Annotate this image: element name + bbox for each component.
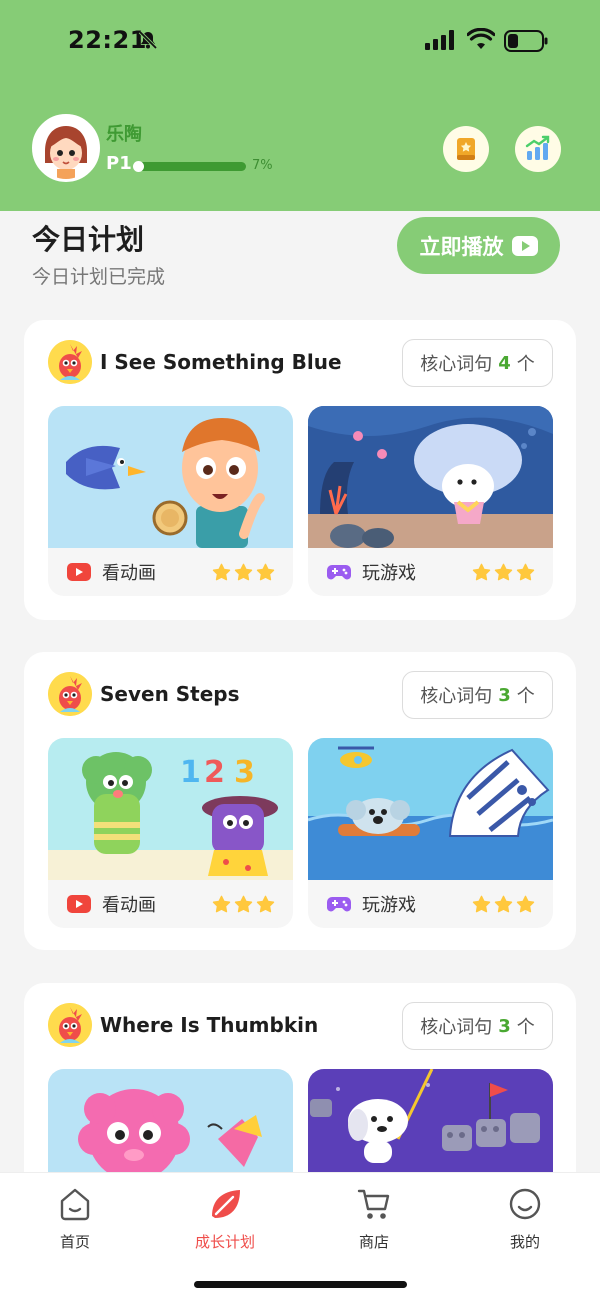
bell-off-icon [138,30,158,50]
core-words-count: 4 [498,352,511,374]
tab-home[interactable]: 首页 [30,1185,120,1252]
game-thumbnail [308,406,553,548]
parrot-icon [48,1003,92,1047]
core-words-unit: 个 [516,686,535,707]
core-words-count: 3 [498,684,511,706]
core-words-label: 核心词句 [420,1017,493,1038]
video-icon [67,563,91,581]
star-icon [494,563,513,580]
level-progress-knob [133,161,144,172]
stats-button[interactable] [515,126,561,172]
parrot-icon [48,340,92,384]
star-rating [472,895,535,914]
play-game-tile[interactable]: 玩游戏 [308,738,553,928]
tab-me[interactable]: 我的 [480,1185,570,1252]
plan-title: 今日计划 [32,223,145,256]
core-words-button[interactable]: 核心词句 3 个 [402,671,553,719]
play-game-label: 玩游戏 [362,563,416,584]
bar-chart-icon [525,135,550,160]
star-icon [472,563,491,580]
star-icon [516,895,535,912]
tab-home-label: 首页 [59,1233,90,1251]
star-rating [212,563,275,582]
core-words-button[interactable]: 核心词句 4 个 [402,339,553,387]
girl-avatar-icon [35,117,97,179]
video-thumbnail: 1 2 3 [48,738,293,880]
tab-me-label: 我的 [509,1233,540,1251]
play-game-tile[interactable]: 玩游戏 [308,406,553,596]
star-icon [494,895,513,912]
watch-video-label: 看动画 [102,563,156,584]
username: 乐陶 [106,124,142,145]
watch-video-tile[interactable]: 1 2 3 看动画 [48,738,293,928]
game-thumbnail [308,738,553,880]
core-words-button[interactable]: 核心词句 3 个 [402,1002,553,1050]
core-words-count: 3 [498,1015,511,1037]
star-icon [212,563,231,580]
book-button[interactable] [443,126,489,172]
lesson-card[interactable]: Seven Steps 核心词句 3 个 1 2 3 看动画 玩游戏 [24,652,576,950]
status-bar: 22:21 [0,0,600,84]
star-rating [472,563,535,582]
play-icon [511,235,538,256]
video-icon [67,895,91,913]
book-icon [457,138,475,160]
battery-icon [504,30,548,52]
video-thumbnail [48,406,293,548]
star-icon [256,563,275,580]
play-now-label: 立即播放 [419,234,504,259]
watch-video-label: 看动画 [102,895,156,916]
tile-footer: 玩游戏 [308,548,553,596]
star-icon [256,895,275,912]
cart-icon [357,1189,390,1219]
tab-growth-plan[interactable]: 成长计划 [180,1185,270,1252]
star-icon [472,895,491,912]
svg-text:3: 3 [234,755,255,790]
signal-icon [425,30,454,50]
plan-subtitle: 今日计划已完成 [32,266,166,288]
tab-shop-label: 商店 [358,1233,389,1251]
star-icon [234,563,253,580]
home-indicator [194,1281,407,1288]
core-words-label: 核心词句 [420,686,493,707]
status-time: 22:21 [68,26,147,54]
tile-footer: 看动画 [48,548,293,596]
smile-icon [509,1188,541,1220]
lesson-title: Where Is Thumbkin [100,1013,319,1037]
parrot-icon [48,672,92,716]
tile-footer: 看动画 [48,880,293,928]
tab-shop[interactable]: 商店 [329,1185,419,1252]
profile-header: 22:21 乐陶 P1 7% [0,0,600,211]
gamepad-icon [327,897,351,912]
home-icon [60,1188,90,1221]
leaf-icon [212,1190,240,1218]
watch-video-tile[interactable]: 看动画 [48,406,293,596]
play-game-label: 玩游戏 [362,895,416,916]
wifi-icon [467,28,495,49]
star-icon [516,563,535,580]
core-words-unit: 个 [516,354,535,375]
level-progress-text: 7% [252,158,273,173]
gamepad-icon [327,565,351,580]
star-icon [212,895,231,912]
svg-text:2: 2 [204,755,225,790]
avatar[interactable] [32,114,100,182]
tab-growth-plan-label: 成长计划 [194,1233,255,1251]
tile-footer: 玩游戏 [308,880,553,928]
lesson-title: I See Something Blue [100,350,342,374]
lesson-title: Seven Steps [100,682,240,706]
core-words-label: 核心词句 [420,354,493,375]
star-icon [234,895,253,912]
play-now-button[interactable]: 立即播放 [397,217,560,274]
level-badge: P1 [106,153,132,174]
level-progress-bar [134,162,246,171]
core-words-unit: 个 [516,1017,535,1038]
star-rating [212,895,275,914]
svg-text:1: 1 [180,755,201,790]
lesson-card[interactable]: I See Something Blue 核心词句 4 个 看动画 玩游戏 [24,320,576,620]
